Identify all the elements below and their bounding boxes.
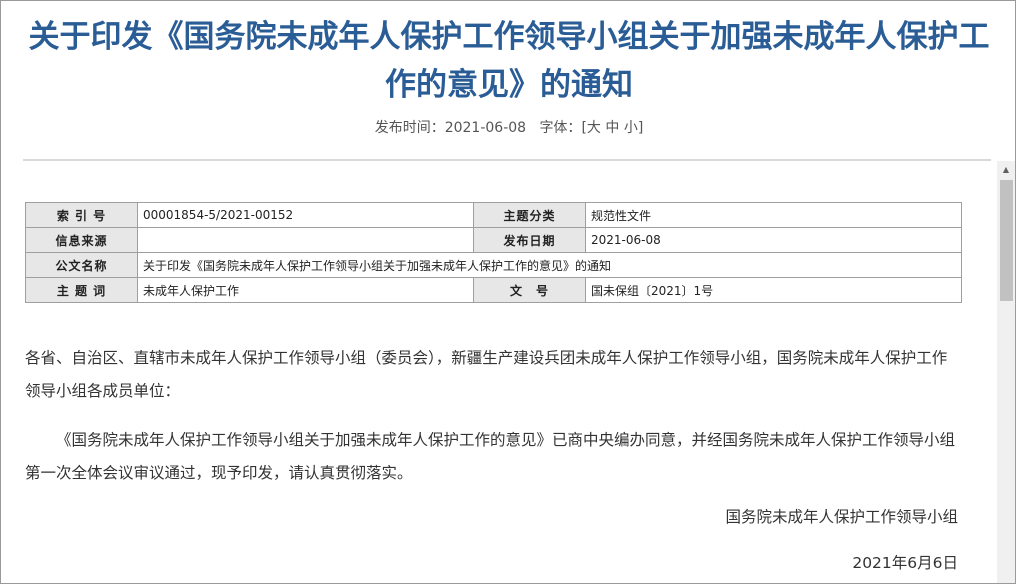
source-value xyxy=(137,227,474,253)
index-value: 00001854-5/2021-00152 xyxy=(137,202,474,228)
font-large-link[interactable]: 大 xyxy=(587,120,601,136)
font-size-close: ] xyxy=(637,120,644,136)
sign-date: 2021年6月6日 xyxy=(852,554,958,572)
body-paragraph-main: 《国务院未成年人保护工作领导小组关于加强未成年人保护工作的意见》已商中央编办同意… xyxy=(25,431,956,482)
keywords-label: 主 题 词 xyxy=(25,277,138,303)
category-value: 规范性文件 xyxy=(585,202,962,228)
up-arrow-icon[interactable]: ▲ xyxy=(997,161,1015,178)
publish-date: 2021-06-08 xyxy=(444,120,527,136)
body-paragraph-salutation: 各省、自治区、直辖市未成年人保护工作领导小组（委员会），新疆生产建设兵团未成年人… xyxy=(25,349,948,400)
doc-number-value: 国未保组〔2021〕1号 xyxy=(585,277,962,303)
font-small-link[interactable]: 小 xyxy=(624,120,638,136)
date-label: 发布日期 xyxy=(473,227,586,253)
page-title: 关于印发《国务院未成年人保护工作领导小组关于加强未成年人保护工 作的意见》的通知 xyxy=(1,13,1015,109)
table-row: 索 引 号 00001854-5/2021-00152 主题分类 规范性文件 xyxy=(25,202,962,228)
font-medium-link[interactable]: 中 xyxy=(605,120,619,136)
table-row: 主 题 词 未成年人保护工作 文 号 国未保组〔2021〕1号 xyxy=(25,277,962,303)
document-info-table: 索 引 号 00001854-5/2021-00152 主题分类 规范性文件 信… xyxy=(25,202,962,303)
doc-name-label: 公文名称 xyxy=(25,252,138,278)
index-label: 索 引 号 xyxy=(25,202,138,228)
signature: 国务院未成年人保护工作领导小组 xyxy=(725,508,958,526)
title-line-2: 作的意见》的通知 xyxy=(385,67,633,103)
title-line-1: 关于印发《国务院未成年人保护工作领导小组关于加强未成年人保护工 xyxy=(28,19,990,55)
doc-name-value: 关于印发《国务院未成年人保护工作领导小组关于加强未成年人保护工作的意见》的通知 xyxy=(137,252,962,278)
doc-number-label: 文 号 xyxy=(473,277,586,303)
source-label: 信息来源 xyxy=(25,227,138,253)
font-size-label: 字体： xyxy=(539,120,582,136)
title-divider xyxy=(23,159,991,161)
date-value: 2021-06-08 xyxy=(585,227,962,253)
vertical-scrollbar[interactable]: ▲ xyxy=(997,161,1015,583)
scrollbar-thumb[interactable] xyxy=(1000,180,1013,301)
keywords-value: 未成年人保护工作 xyxy=(137,277,474,303)
article-meta: 发布时间：2021-06-08 字体：[大 中 小] xyxy=(1,118,1015,138)
page-frame: 关于印发《国务院未成年人保护工作领导小组关于加强未成年人保护工 作的意见》的通知… xyxy=(0,0,1016,584)
category-label: 主题分类 xyxy=(473,202,586,228)
table-row: 信息来源 发布日期 2021-06-08 xyxy=(25,227,962,253)
table-row: 公文名称 关于印发《国务院未成年人保护工作领导小组关于加强未成年人保护工作的意见… xyxy=(25,252,962,278)
publish-label: 发布时间： xyxy=(374,120,445,136)
